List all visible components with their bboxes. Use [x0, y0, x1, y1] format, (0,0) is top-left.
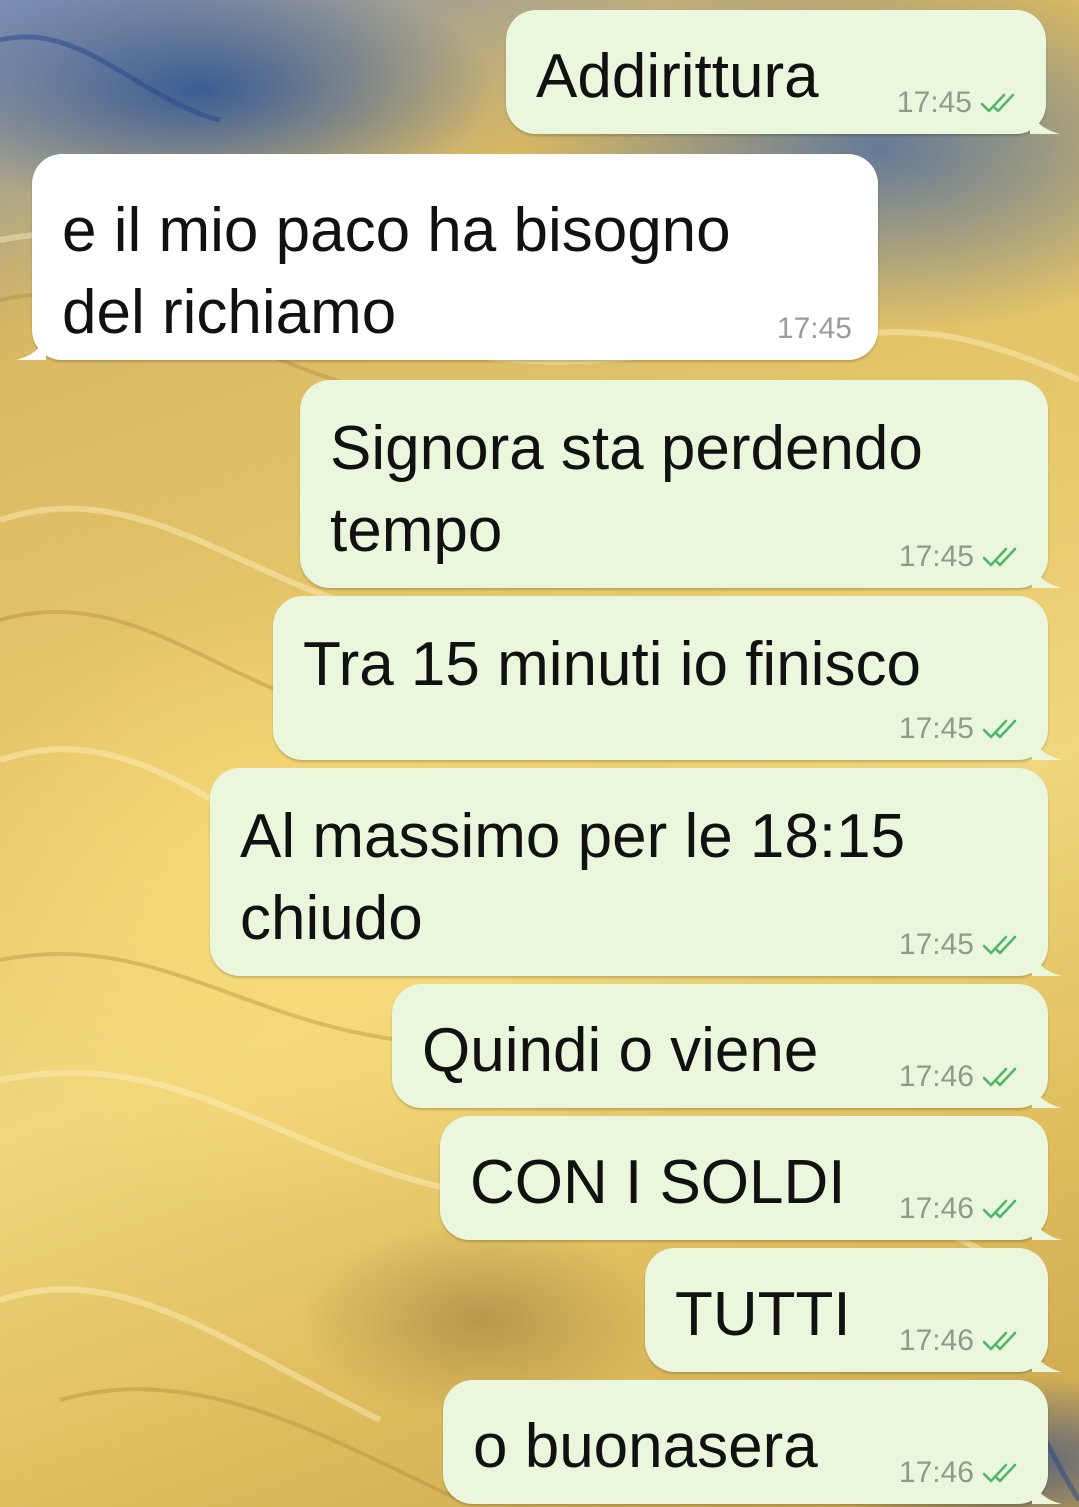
message-time: 17:45: [898, 712, 974, 745]
message-meta: 17:45: [899, 712, 1022, 746]
message-time: 17:45: [898, 928, 974, 961]
incoming-message-bubble[interactable]: e il mio paco ha bisogno del richiamo 17:…: [16, 154, 878, 360]
bubble-tail: [1032, 1082, 1062, 1108]
outgoing-message-bubble[interactable]: CON I SOLDI 17:46: [440, 1116, 1062, 1240]
message-time: 17:46: [898, 1060, 974, 1093]
message-meta: 17:46: [899, 1456, 1022, 1490]
outgoing-message-bubble[interactable]: Al massimo per le 18:15 chiudo 17:45: [210, 768, 1062, 976]
read-ticks-icon: [982, 1066, 1022, 1088]
bubble-tail: [1032, 734, 1062, 760]
message-text: Quindi o viene: [422, 1016, 819, 1085]
read-ticks-icon: [982, 1198, 1022, 1220]
message-time: 17:46: [898, 1324, 974, 1357]
message-meta: 17:45: [899, 928, 1022, 962]
outgoing-message-bubble[interactable]: o buonasera 17:46: [443, 1380, 1062, 1504]
message-time: 17:45: [896, 86, 972, 119]
bubble-tail: [1032, 950, 1062, 976]
outgoing-message-bubble[interactable]: TUTTI 17:46: [645, 1248, 1062, 1372]
read-ticks-icon: [982, 1330, 1022, 1352]
bubble-tail: [1032, 1214, 1062, 1240]
message-text: Al massimo per le 18:15 chiudo: [240, 802, 906, 953]
bubble-tail: [1032, 562, 1062, 588]
message-text: CON I SOLDI: [470, 1148, 846, 1217]
outgoing-message-bubble[interactable]: Addirittura 17:45: [506, 10, 1060, 134]
message-time: 17:46: [898, 1192, 974, 1225]
message-text: o buonasera: [473, 1412, 818, 1481]
message-time: 17:45: [776, 312, 852, 345]
read-ticks-icon: [982, 546, 1022, 568]
bubble-tail: [1030, 108, 1060, 134]
message-meta: 17:45: [777, 312, 852, 346]
bubble-tail: [1032, 1346, 1062, 1372]
message-time: 17:46: [898, 1456, 974, 1489]
outgoing-message-bubble[interactable]: Tra 15 minuti io finisco 17:45: [273, 596, 1062, 760]
message-meta: 17:46: [899, 1192, 1022, 1226]
outgoing-message-bubble[interactable]: Signora sta perdendo tempo 17:45: [300, 380, 1062, 588]
message-text: TUTTI: [675, 1280, 851, 1349]
message-list[interactable]: Addirittura 17:45 e il mio paco ha bisogno…: [0, 0, 1079, 1507]
read-ticks-icon: [982, 1462, 1022, 1484]
message-text: Tra 15 minuti io finisco: [303, 630, 921, 699]
message-text: Signora sta perdendo tempo: [330, 414, 923, 565]
message-time: 17:45: [898, 540, 974, 573]
message-meta: 17:45: [899, 540, 1022, 574]
message-text: Addirittura: [536, 42, 819, 111]
bubble-tail: [1032, 1478, 1062, 1504]
message-meta: 17:46: [899, 1060, 1022, 1094]
message-meta: 17:45: [897, 86, 1020, 120]
bubble-tail: [16, 334, 46, 360]
outgoing-message-bubble[interactable]: Quindi o viene 17:46: [392, 984, 1062, 1108]
message-text: e il mio paco ha bisogno del richiamo: [62, 196, 731, 347]
read-ticks-icon: [980, 92, 1020, 114]
read-ticks-icon: [982, 718, 1022, 740]
read-ticks-icon: [982, 934, 1022, 956]
message-meta: 17:46: [899, 1324, 1022, 1358]
